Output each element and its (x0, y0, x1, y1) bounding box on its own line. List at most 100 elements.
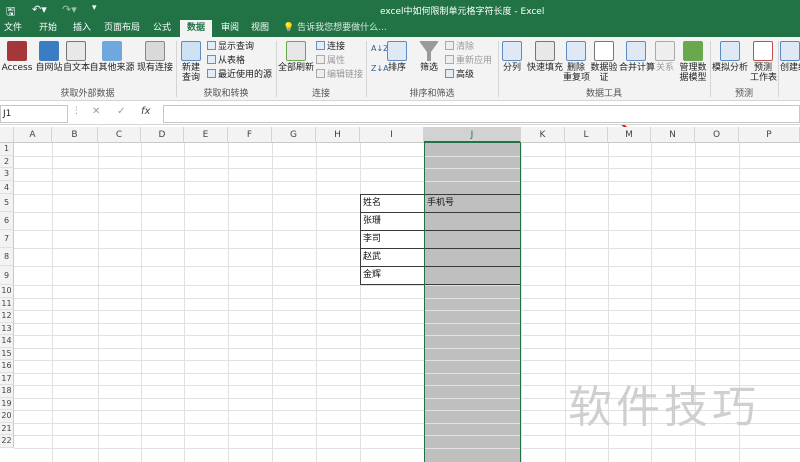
insert-function-icon[interactable]: fx (141, 106, 150, 117)
name-box[interactable]: J1 (0, 105, 68, 123)
column-header-N[interactable]: N (651, 127, 695, 143)
clear-button[interactable]: 清除 (445, 41, 474, 53)
row-header-5[interactable]: 5 (0, 194, 14, 212)
from-table-button[interactable]: 从表格 (207, 55, 245, 67)
connections-button[interactable]: 连接 (316, 41, 345, 53)
row-header-8[interactable]: 8 (0, 248, 14, 266)
row-header-11[interactable]: 11 (0, 297, 14, 310)
advanced-label: 高级 (456, 70, 475, 80)
enter-icon[interactable]: ✓ (117, 106, 125, 117)
connections-icon (145, 41, 165, 61)
row-header-9[interactable]: 9 (0, 266, 14, 285)
data-model-icon (683, 41, 703, 61)
consolidate-button[interactable]: 合并计算 (619, 41, 655, 73)
cancel-icon[interactable]: ✕ (92, 106, 100, 117)
column-header-M[interactable]: M (608, 127, 651, 143)
column-header-J[interactable]: J (424, 127, 521, 143)
tab-review[interactable]: 审阅 (214, 20, 246, 37)
column-header-E[interactable]: E (184, 127, 228, 143)
remove-duplicates-button[interactable]: 删除 重复项 (563, 41, 590, 83)
column-header-O[interactable]: O (695, 127, 739, 143)
sort-button[interactable]: 排序 (386, 41, 408, 73)
column-header-H[interactable]: H (316, 127, 360, 143)
grid-column-line (52, 143, 53, 462)
from-web-button[interactable]: 自网站 (35, 41, 63, 73)
row-header-6[interactable]: 6 (0, 212, 14, 230)
recent-sources-icon (207, 69, 216, 78)
row-header-4[interactable]: 4 (0, 180, 14, 194)
access-button[interactable]: Access (0, 41, 34, 73)
row-header-3[interactable]: 3 (0, 168, 14, 181)
forecast-sheet-button[interactable]: 预测 工作表 (750, 41, 777, 83)
tell-me-search[interactable]: 💡 告诉我您想要做什么... (283, 20, 387, 37)
column-header-I[interactable]: I (360, 127, 424, 143)
row-header-20[interactable]: 20 (0, 410, 14, 423)
properties-button[interactable]: 属性 (316, 55, 345, 67)
row-header-14[interactable]: 14 (0, 335, 14, 348)
new-query-button[interactable]: 新建 查询 (178, 41, 204, 83)
from-text-button[interactable]: 自文本 (63, 41, 90, 73)
tab-page-layout[interactable]: 页面布局 (100, 20, 144, 37)
row-header-1[interactable]: 1 (0, 143, 14, 156)
clear-label: 清除 (456, 42, 475, 52)
row-header-17[interactable]: 17 (0, 372, 14, 385)
row-header-10[interactable]: 10 (0, 285, 14, 298)
redo-icon[interactable]: ↷▾ (62, 3, 77, 16)
from-other-sources-button[interactable]: 自其他来源 (89, 41, 135, 73)
column-header-D[interactable]: D (141, 127, 184, 143)
tab-home[interactable]: 开始 (30, 20, 66, 37)
tab-view[interactable]: 视图 (246, 20, 274, 37)
data-validation-button[interactable]: 数据验 证 (590, 41, 618, 83)
row-header-13[interactable]: 13 (0, 322, 14, 335)
column-header-F[interactable]: F (228, 127, 272, 143)
refresh-all-button[interactable]: 全部刷新 (278, 41, 314, 73)
tab-file[interactable]: 文件 (0, 20, 26, 37)
column-header-L[interactable]: L (565, 127, 608, 143)
row-header-7[interactable]: 7 (0, 230, 14, 248)
manage-data-model-button[interactable]: 管理数 据模型 (678, 41, 708, 83)
row-header-15[interactable]: 15 (0, 347, 14, 360)
column-header-P[interactable]: P (739, 127, 800, 143)
row-header-21[interactable]: 21 (0, 422, 14, 435)
tab-data[interactable]: 数据 (180, 20, 212, 37)
filter-button[interactable]: 筛选 (418, 41, 440, 73)
column-header-C[interactable]: C (98, 127, 141, 143)
edit-links-button[interactable]: 编辑链接 (316, 69, 363, 81)
column-header-G[interactable]: G (272, 127, 316, 143)
row-header-12[interactable]: 12 (0, 310, 14, 323)
reapply-button[interactable]: 重新应用 (445, 55, 492, 67)
recent-sources-button[interactable]: 最近使用的源 (207, 69, 272, 81)
row-header-2[interactable]: 2 (0, 155, 14, 168)
row-header-18[interactable]: 18 (0, 385, 14, 398)
remove-duplicates-label-1: 删除 (566, 63, 585, 73)
select-all-corner[interactable] (0, 127, 14, 143)
tab-insert[interactable]: 插入 (66, 20, 98, 37)
column-header-A[interactable]: A (14, 127, 52, 143)
column-header-K[interactable]: K (521, 127, 565, 143)
row-header-22[interactable]: 22 (0, 435, 14, 448)
what-if-analysis-button[interactable]: 模拟分析 (712, 41, 748, 73)
row-header-16[interactable]: 16 (0, 360, 14, 373)
sort-label: 排序 (387, 63, 406, 73)
flash-fill-label: 快速填充 (527, 63, 564, 73)
existing-connections-button[interactable]: 现有连接 (137, 41, 173, 73)
formula-input[interactable] (163, 105, 800, 123)
group-button[interactable]: 创建组 (780, 41, 800, 73)
column-header-B[interactable]: B (52, 127, 98, 143)
watermark: 软件技巧 (568, 382, 760, 433)
connections-label: 连接 (327, 42, 346, 52)
from-table-label: 从表格 (218, 56, 246, 66)
new-query-label-1: 新建 (181, 63, 200, 73)
tab-formulas[interactable]: 公式 (146, 20, 178, 37)
text-to-columns-button[interactable]: 分列 (501, 41, 523, 73)
flash-fill-button[interactable]: 快速填充 (527, 41, 563, 73)
advanced-button[interactable]: 高级 (445, 69, 474, 81)
data-validation-label-1: 数据验 (590, 63, 618, 73)
grid-row-line (14, 335, 800, 336)
row-header-19[interactable]: 19 (0, 397, 14, 410)
show-queries-button[interactable]: 显示查询 (207, 41, 254, 53)
undo-icon[interactable]: ↶▾ (32, 3, 47, 16)
qat-customize-icon[interactable]: ▾ (92, 3, 97, 13)
ribbon: Access 自网站 自文本 自其他来源 现有连接 获取外部数据 新建 查询 显… (0, 37, 800, 101)
relationships-button[interactable]: 关系 (655, 41, 675, 73)
